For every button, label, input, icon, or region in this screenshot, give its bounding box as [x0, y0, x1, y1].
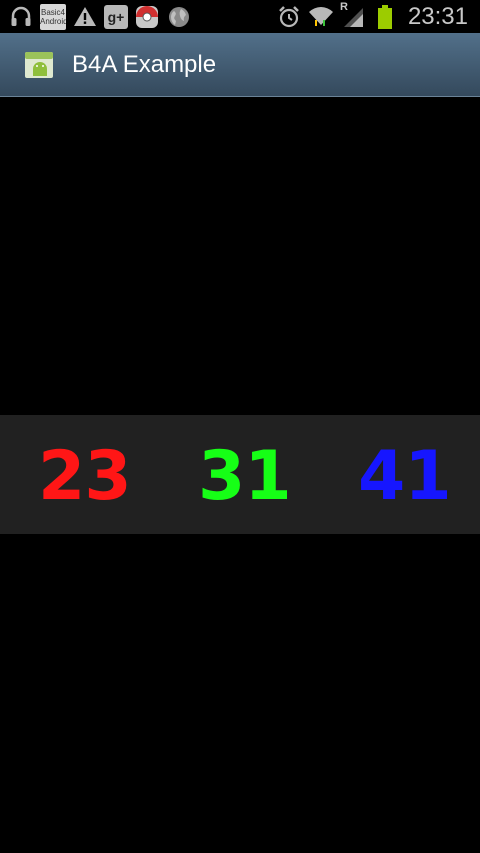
- basic-android-text-bottom: Android: [40, 16, 66, 26]
- app-notification-icon: [134, 4, 160, 30]
- system-icons: R 23:31: [276, 0, 468, 31]
- roaming-icon: R: [339, 0, 348, 13]
- action-bar: B4A Example: [0, 33, 480, 97]
- wifi-icon: [308, 4, 334, 30]
- warning-icon: [72, 4, 98, 30]
- app-title: B4A Example: [72, 50, 217, 78]
- status-bar: Basic4 Android g+ R 23:31: [0, 0, 480, 33]
- signal-icon: R: [339, 0, 366, 30]
- number-label-green: 31: [198, 437, 292, 516]
- google-plus-icon: g+: [104, 4, 128, 29]
- number-label-red: 23: [38, 437, 132, 516]
- main-content: 23 31 41: [0, 98, 480, 853]
- globe-icon: [166, 4, 192, 30]
- alarm-icon: [276, 4, 302, 30]
- basic-android-text-top: Basic4: [40, 7, 65, 17]
- basic-android-icon: Basic4 Android: [40, 3, 66, 30]
- status-time: 23:31: [407, 2, 468, 30]
- number-label-blue: 41: [358, 437, 452, 516]
- battery-icon: [372, 4, 398, 30]
- notification-icons: Basic4 Android g+: [8, 3, 192, 30]
- number-panel: 23 31 41: [0, 415, 480, 534]
- headphones-icon: [8, 4, 34, 30]
- android-app-icon[interactable]: [24, 49, 56, 81]
